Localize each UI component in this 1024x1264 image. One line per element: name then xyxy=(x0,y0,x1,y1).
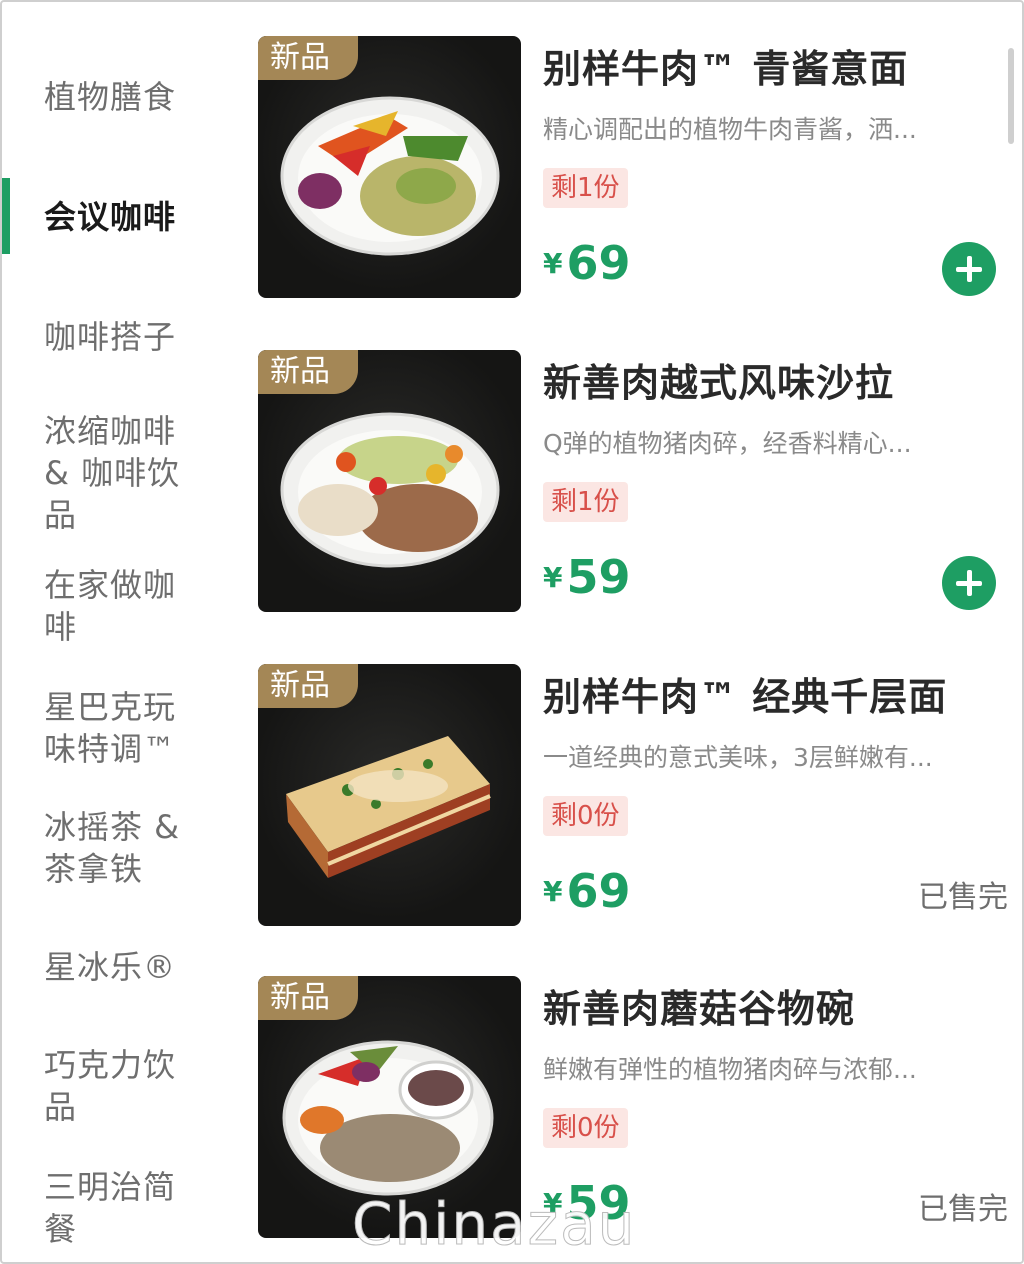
product-title: 新善肉蘑菇谷物碗 xyxy=(543,987,856,1031)
category-item-specials[interactable]: 星巴克玩味特调™ xyxy=(44,686,194,770)
category-item-sandwich[interactable]: 三明治简餐 xyxy=(44,1166,194,1250)
product-description: 一道经典的意式美味，3层鲜嫩有... xyxy=(543,743,933,772)
category-item-coffee-pairing[interactable]: 咖啡搭子 xyxy=(44,316,194,358)
category-item-frappuccino[interactable]: 星冰乐® xyxy=(44,946,194,988)
product-title: 新善肉越式风味沙拉 xyxy=(543,361,895,405)
watermark: Chinazau xyxy=(351,1190,637,1259)
product-title: 别样牛肉™ 青酱意面 xyxy=(543,47,909,91)
product-price: ¥69 xyxy=(543,864,631,918)
sold-out-label: 已售完 xyxy=(918,880,1008,915)
stock-badge: 剩0份 xyxy=(543,1108,628,1148)
product-description: 精心调配出的植物牛肉青酱，洒... xyxy=(543,115,917,144)
product-image[interactable]: 新品 xyxy=(258,36,521,298)
currency-symbol: ¥ xyxy=(543,561,563,594)
category-item-chocolate[interactable]: 巧克力饮品 xyxy=(44,1044,194,1128)
category-item-espresso[interactable]: 浓缩咖啡 & 咖啡饮品 xyxy=(44,410,194,536)
new-badge: 新品 xyxy=(258,36,358,80)
sold-out-label: 已售完 xyxy=(918,1192,1008,1227)
product-description: 鲜嫩有弹性的植物猪肉碎与浓郁... xyxy=(543,1055,917,1084)
category-item-plant-meals[interactable]: 植物膳食 xyxy=(44,76,194,118)
add-to-cart-button[interactable] xyxy=(942,242,996,296)
price-value: 69 xyxy=(566,864,631,918)
new-badge: 新品 xyxy=(258,664,358,708)
stock-badge: 剩1份 xyxy=(543,168,628,208)
price-value: 59 xyxy=(566,550,631,604)
add-to-cart-button[interactable] xyxy=(942,556,996,610)
product-title: 别样牛肉™ 经典千层面 xyxy=(543,675,948,719)
active-category-indicator xyxy=(2,178,10,254)
new-badge: 新品 xyxy=(258,350,358,394)
product-image[interactable]: 新品 xyxy=(258,664,521,926)
category-item-home-coffee[interactable]: 在家做咖啡 xyxy=(44,564,194,648)
new-badge: 新品 xyxy=(258,976,358,1020)
scrollbar[interactable] xyxy=(1008,48,1014,144)
stock-badge: 剩0份 xyxy=(543,796,628,836)
product-description: Q弹的植物猪肉碎，经香料精心... xyxy=(543,429,912,458)
product-price: ¥69 xyxy=(543,236,631,290)
product-card[interactable]: 新品 别样牛肉™ 经典千层面 一道经典的意式美味，3层鲜嫩有... 剩0份 ¥6… xyxy=(258,664,1018,928)
category-sidebar: 植物膳食 会议咖啡 咖啡搭子 浓缩咖啡 & 咖啡饮品 在家做咖啡 星巴克玩味特调… xyxy=(0,0,230,1264)
stock-badge: 剩1份 xyxy=(543,482,628,522)
product-price: ¥59 xyxy=(543,550,631,604)
product-card[interactable]: 新品 新善肉越式风味沙拉 Q弹的植物猪肉碎，经香料精心... 剩1份 ¥59 xyxy=(258,350,1018,614)
currency-symbol: ¥ xyxy=(543,247,563,280)
price-value: 69 xyxy=(566,236,631,290)
category-item-meeting-coffee[interactable]: 会议咖啡 xyxy=(44,196,194,238)
category-item-iced-tea[interactable]: 冰摇茶 & 茶拿铁 xyxy=(44,806,194,890)
product-image[interactable]: 新品 xyxy=(258,350,521,612)
currency-symbol: ¥ xyxy=(543,875,563,908)
product-card[interactable]: 新品 别样牛肉™ 青酱意面 精心调配出的植物牛肉青酱，洒... 剩1份 ¥69 xyxy=(258,36,1018,300)
